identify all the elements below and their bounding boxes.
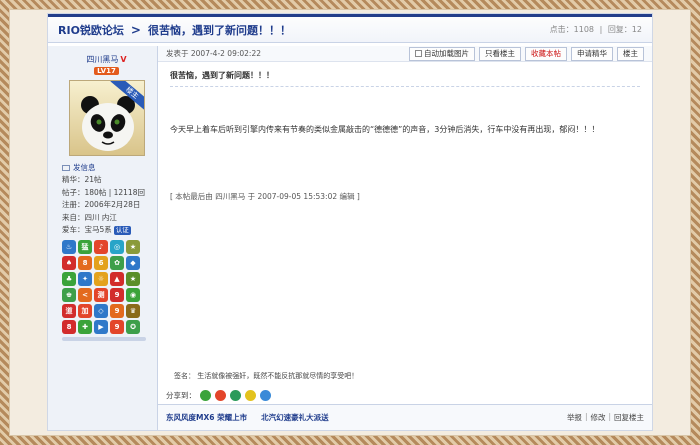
- edit-link[interactable]: 修改: [590, 412, 605, 423]
- thread-title: 很苦恼，遇到了新问题！！！: [147, 23, 291, 37]
- medal-icon[interactable]: ★: [126, 272, 140, 287]
- user-car: 爱车：宝马5系 认证: [62, 225, 131, 236]
- send-message-link[interactable]: 发信息: [62, 162, 151, 174]
- user-location: 来自：四川 内江: [62, 212, 117, 222]
- views-count: 点击：1108: [549, 25, 595, 34]
- star-icon[interactable]: [245, 390, 256, 401]
- medal-icon[interactable]: ♪: [94, 240, 108, 255]
- ad-link-2[interactable]: 北汽幻速豪礼大派送: [261, 412, 329, 423]
- register-date: 注册：2006年2月28日: [62, 200, 141, 210]
- post-header: 发表于 2007-4-2 09:02:22 自动加载图片 只看楼主 收藏本帖 申…: [158, 46, 652, 62]
- medal-icon[interactable]: ✚: [78, 320, 92, 335]
- medal-icon[interactable]: ♠: [62, 256, 76, 271]
- medal-icon[interactable]: ☼: [94, 272, 108, 287]
- medal-icon[interactable]: ✦: [78, 272, 92, 287]
- share-label: 分享到：: [166, 391, 196, 400]
- post-date: 发表于 2007-4-2 09:02:22: [166, 49, 261, 58]
- thread-stats: 点击：1108 | 回复：12: [547, 24, 642, 35]
- medal-icon[interactable]: 8: [78, 256, 92, 271]
- medal-icon[interactable]: <: [78, 288, 92, 303]
- signature: 签名： 生活就像被强奸，既然不能反抗那就尽情的享受吧！: [174, 372, 359, 380]
- floor-button[interactable]: 楼主: [617, 46, 644, 61]
- breadcrumb-separator: >: [130, 22, 141, 37]
- stats-separator: |: [599, 25, 603, 34]
- post-panel: 发表于 2007-4-2 09:02:22 自动加载图片 只看楼主 收藏本帖 申…: [158, 46, 652, 430]
- action-separator: |: [608, 412, 611, 421]
- medal-icon[interactable]: ◉: [126, 288, 140, 303]
- medal-icon[interactable]: ◆: [126, 256, 140, 271]
- reply-op-link[interactable]: 回复楼主: [614, 412, 644, 423]
- qq-icon[interactable]: [260, 390, 271, 401]
- envelope-icon: [62, 165, 70, 171]
- auto-load-images-button[interactable]: 自动加载图片: [409, 46, 475, 61]
- medal-icon[interactable]: 9: [110, 304, 124, 319]
- share-bar: 分享到：: [166, 390, 271, 401]
- author-info: 发信息 精华：21帖 帖子：180帖 | 12118回 注册：2006年2月28…: [62, 162, 151, 236]
- medal-scrollbar[interactable]: [62, 337, 146, 342]
- post-body: 今天早上着车后听到引擎内传来有节奏的类似金属敲击的“德德德”的声音，3分钟后消失…: [170, 125, 600, 134]
- checkbox-icon: [415, 49, 422, 57]
- action-separator: |: [584, 412, 588, 421]
- medal-icon[interactable]: 9: [110, 288, 124, 303]
- medal-icon[interactable]: 6: [94, 256, 108, 271]
- car-verified-badge: 认证: [113, 226, 131, 236]
- ad-link-1[interactable]: 东风风度MX6 荣耀上市: [166, 412, 247, 423]
- author-name-link[interactable]: 四川黑马: [86, 55, 118, 64]
- post-actions: 举报 | 修改 | 回复楼主: [567, 412, 644, 423]
- report-link[interactable]: 举报: [567, 412, 582, 423]
- medal-icon[interactable]: ▲: [110, 272, 124, 287]
- medal-icon[interactable]: ◎: [110, 240, 124, 255]
- medal-icon[interactable]: ★: [126, 240, 140, 255]
- level-badge: LV17: [94, 67, 119, 75]
- author-panel: 四川黑马 V LV17 楼主 发信息 精华：21帖 帖子：180帖 | 1211…: [48, 46, 158, 430]
- only-op-button[interactable]: 只看楼主: [479, 46, 521, 61]
- post-container: 四川黑马 V LV17 楼主 发信息 精华：21帖 帖子：180帖 | 1211…: [48, 46, 652, 430]
- apply-essence-button[interactable]: 申请精华: [571, 46, 613, 61]
- panda-avatar-icon: [80, 96, 135, 151]
- thread-header: RIO锐欧论坛 > 很苦恼，遇到了新问题！！！ 点击：1108 | 回复：12: [48, 17, 652, 43]
- medal-icon[interactable]: 道: [62, 304, 76, 319]
- medal-icon[interactable]: 9: [110, 320, 124, 335]
- avatar[interactable]: 楼主: [68, 80, 145, 156]
- forum-name-link[interactable]: RIO锐欧论坛: [58, 22, 124, 38]
- verified-badge: V: [120, 55, 127, 64]
- medal-icon[interactable]: ♛: [126, 304, 140, 319]
- medal-icon[interactable]: ✿: [110, 256, 124, 271]
- favorite-button[interactable]: 收藏本帖: [525, 46, 567, 61]
- medal-icon[interactable]: ♣: [62, 272, 76, 287]
- weibo-icon[interactable]: [215, 390, 226, 401]
- forum-page: RIO锐欧论坛 > 很苦恼，遇到了新问题！！！ 点击：1108 | 回复：12 …: [48, 14, 652, 430]
- medal-icon[interactable]: 加: [78, 304, 92, 319]
- share-icons: [200, 390, 271, 401]
- title-divider: [170, 86, 640, 87]
- author-name-row: 四川黑马 V LV17: [62, 54, 151, 75]
- edit-note: [ 本帖最后由 四川黑马 于 2007-09-05 15:53:02 编辑 ]: [170, 192, 360, 201]
- medal-icon[interactable]: ▶: [94, 320, 108, 335]
- medal-icon[interactable]: ◇: [94, 304, 108, 319]
- post-count: 帖子：180帖 | 12118回: [62, 187, 145, 197]
- post-toolbar: 自动加载图片 只看楼主 收藏本帖 申请精华 楼主: [409, 46, 652, 61]
- qzone-icon[interactable]: [230, 390, 241, 401]
- medal-icon[interactable]: 猛: [78, 240, 92, 255]
- post-title: 很苦恼，遇到了新问题！！！: [170, 71, 274, 80]
- replies-count: 回复：12: [607, 25, 642, 34]
- medal-icon[interactable]: ✪: [126, 320, 140, 335]
- medal-icon[interactable]: 8: [62, 320, 76, 335]
- medal-icon[interactable]: ♨: [62, 240, 76, 255]
- wechat-icon[interactable]: [200, 390, 211, 401]
- medal-icon[interactable]: ♚: [62, 288, 76, 303]
- medal-icon[interactable]: 测: [94, 288, 108, 303]
- medal-grid: ♨ 猛 ♪ ◎ ★ ♠ 8 6 ✿ ◆ ♣ ✦ ☼ ▲ ★ ♚ < 测 9 ◉ 道加 ◇ 9 ♛ 8 ✚ ▶ 9 ✪: [62, 240, 151, 335]
- essence-count: 精华：21帖: [62, 175, 102, 185]
- post-footer: 东风风度MX6 荣耀上市 北汽幻速豪礼大派送 举报 | 修改 | 回复楼主: [158, 404, 652, 430]
